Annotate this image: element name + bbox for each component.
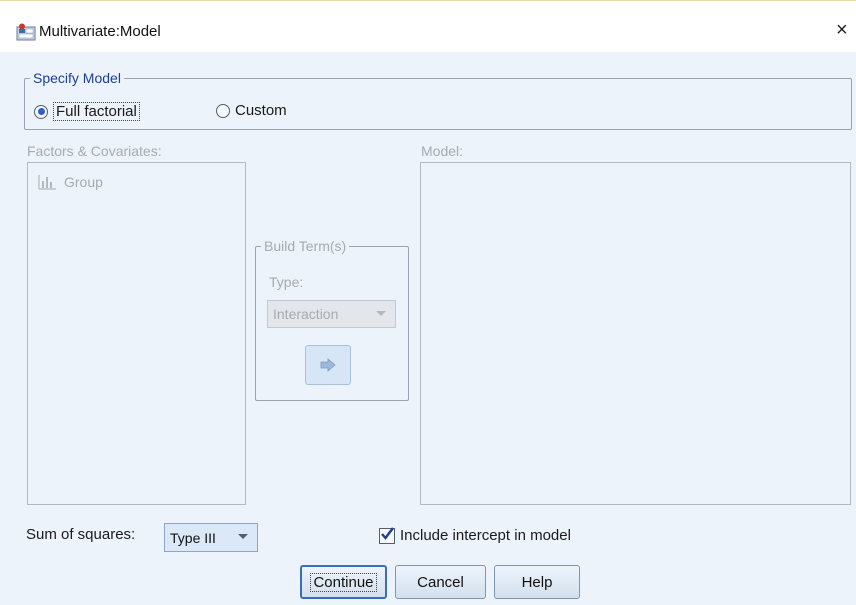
sum-of-squares-dropdown[interactable]: Type III xyxy=(164,523,258,552)
include-intercept-checkbox[interactable]: Include intercept in model xyxy=(379,526,571,544)
radio-selected-icon xyxy=(34,104,48,119)
list-item[interactable]: Group xyxy=(36,173,103,191)
custom-label: Custom xyxy=(235,102,287,119)
chevron-down-icon xyxy=(238,534,248,539)
spss-app-icon xyxy=(16,23,36,41)
model-list[interactable] xyxy=(420,162,851,505)
type-dropdown[interactable]: Interaction xyxy=(267,300,396,328)
factors-covariates-label: Factors & Covariates: xyxy=(27,143,162,159)
continue-button[interactable]: Continue xyxy=(300,565,387,599)
type-dropdown-value: Interaction xyxy=(273,306,339,322)
dialog-body: Specify Model Full factorial Custom Fact… xyxy=(0,52,856,605)
model-label: Model: xyxy=(421,143,464,159)
sum-of-squares-value: Type III xyxy=(170,529,216,546)
chevron-down-icon xyxy=(376,311,386,316)
specify-model-group: Specify Model xyxy=(24,71,852,130)
help-button[interactable]: Help xyxy=(494,565,580,599)
checkbox-checked-icon xyxy=(379,526,395,544)
sum-of-squares-label: Sum of squares: xyxy=(26,526,136,543)
specify-model-legend: Specify Model xyxy=(33,70,121,86)
full-factorial-label: Full factorial xyxy=(53,102,140,121)
custom-radio[interactable]: Custom xyxy=(216,102,287,119)
window-title: Multivariate:Model xyxy=(39,23,161,40)
radio-unselected-icon xyxy=(216,103,230,118)
build-terms-legend: Build Term(s) xyxy=(264,238,347,254)
title-bar: Multivariate:Model × xyxy=(0,0,856,53)
factor-name: Group xyxy=(64,174,103,190)
close-icon[interactable]: × xyxy=(836,19,848,42)
type-label: Type: xyxy=(269,274,304,290)
continue-label: Continue xyxy=(310,572,377,592)
nominal-scale-icon xyxy=(38,175,56,190)
include-intercept-label: Include intercept in model xyxy=(400,527,571,544)
full-factorial-radio[interactable]: Full factorial xyxy=(34,102,140,121)
move-right-arrow-icon xyxy=(320,358,336,372)
cancel-button[interactable]: Cancel xyxy=(395,565,486,599)
move-to-model-button[interactable] xyxy=(305,345,351,385)
factors-covariates-list[interactable]: Group xyxy=(27,162,246,505)
